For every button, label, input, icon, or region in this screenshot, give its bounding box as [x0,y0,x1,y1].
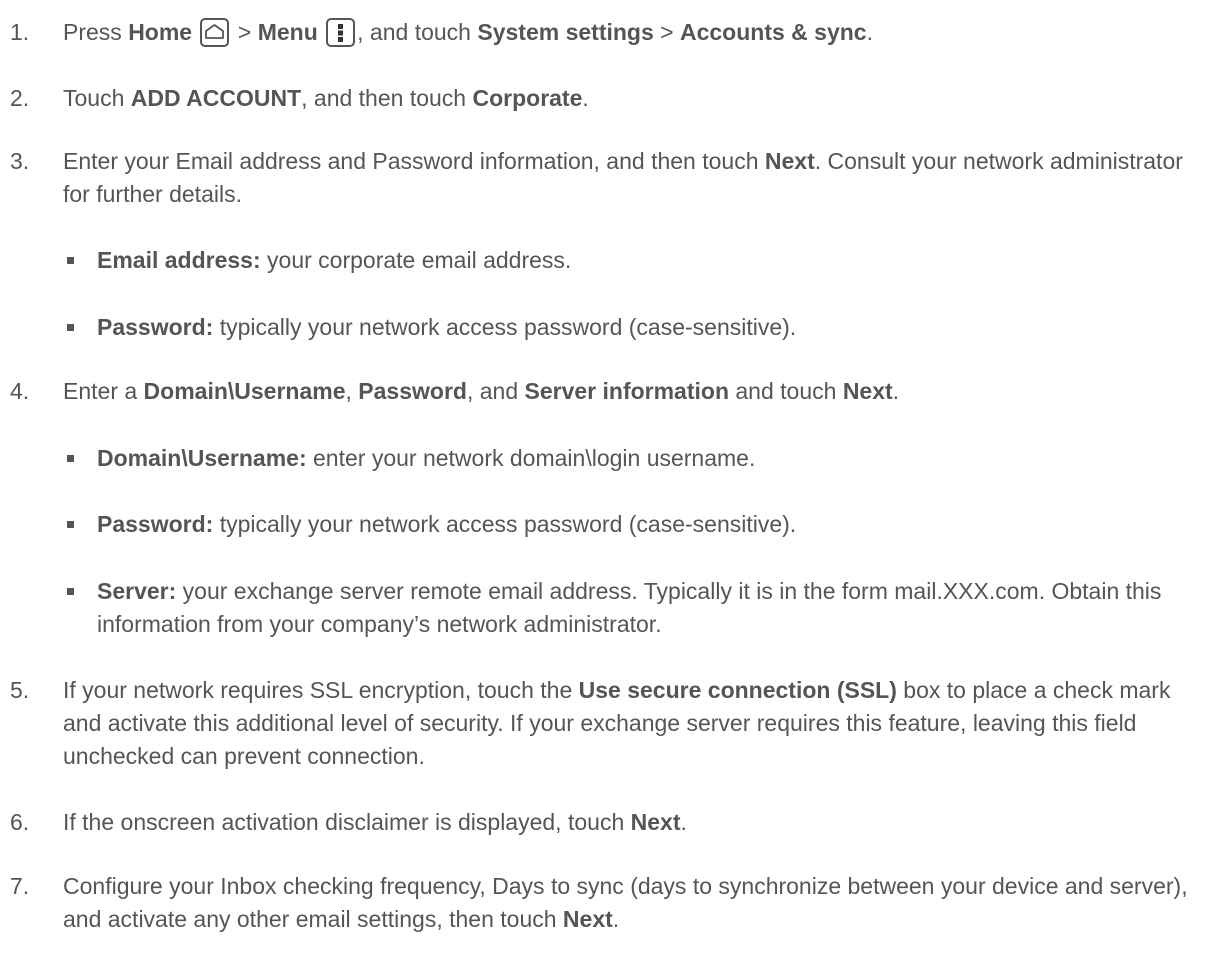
step-number: 7. [10,873,30,899]
step-text: If your network requires SSL encryption,… [63,677,1171,769]
bullet-icon [67,324,74,331]
step-number: 2. [10,85,30,111]
menu-key-icon [326,18,356,47]
step-number: 3. [10,148,30,174]
bullet-icon [67,588,74,595]
bullet-icon [67,455,74,462]
step-number: 5. [10,677,30,703]
menu-label: Menu [257,19,318,45]
step-text: Configure your Inbox checking frequency,… [63,873,1188,932]
home-key-icon [200,18,230,47]
step-number: 1. [10,19,30,45]
step-text: Press Home > Menu , and touch System set… [63,18,873,47]
step-number: 4. [10,378,30,404]
bullet-icon [67,257,74,264]
bullet-icon [67,521,74,528]
step-text: Touch ADD ACCOUNT, and then touch Corpor… [63,85,589,111]
step-text: Enter a Domain\Username, Password, and S… [63,378,900,404]
home-label: Home [128,19,193,45]
step-text: Enter your Email address and Password in… [63,148,1183,207]
step-text: If the onscreen activation disclaimer is… [63,809,687,835]
step-number: 6. [10,809,30,835]
instruction-page: 1. Press Home > Menu , and touch System … [0,0,1215,960]
